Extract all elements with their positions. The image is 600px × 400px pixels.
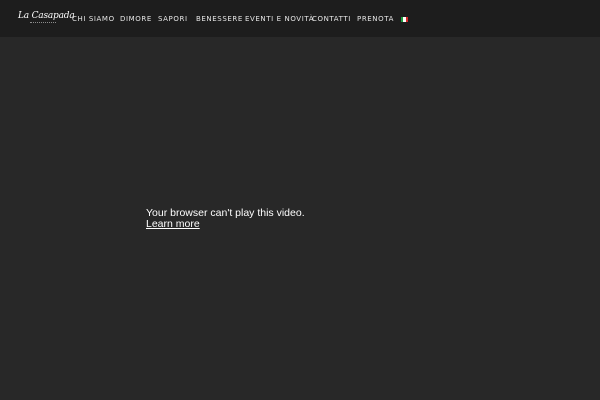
nav-item-eventi-e-novita[interactable]: EVENTI E NOVITÀ — [245, 14, 314, 24]
site-header: La Casapada CHI SIAMO DIMORE SAPORI BENE… — [0, 0, 600, 37]
nav-item-chi-siamo[interactable]: CHI SIAMO — [72, 14, 115, 24]
logo-text: La Casapada — [18, 11, 75, 21]
nav-item-dimore[interactable]: DIMORE — [120, 14, 152, 24]
nav-item-sapori[interactable]: SAPORI — [158, 14, 188, 24]
site-logo[interactable]: La Casapada — [18, 11, 75, 25]
flag-red-stripe — [405, 17, 408, 22]
nav-item-contatti[interactable]: CONTATTI — [312, 14, 351, 24]
learn-more-link[interactable]: Learn more — [146, 219, 200, 230]
nav-item-benessere[interactable]: BENESSERE — [196, 14, 243, 24]
logo-underline — [30, 22, 56, 25]
nav-item-prenota[interactable]: PRENOTA — [357, 14, 394, 24]
italian-flag-icon[interactable] — [401, 17, 408, 22]
